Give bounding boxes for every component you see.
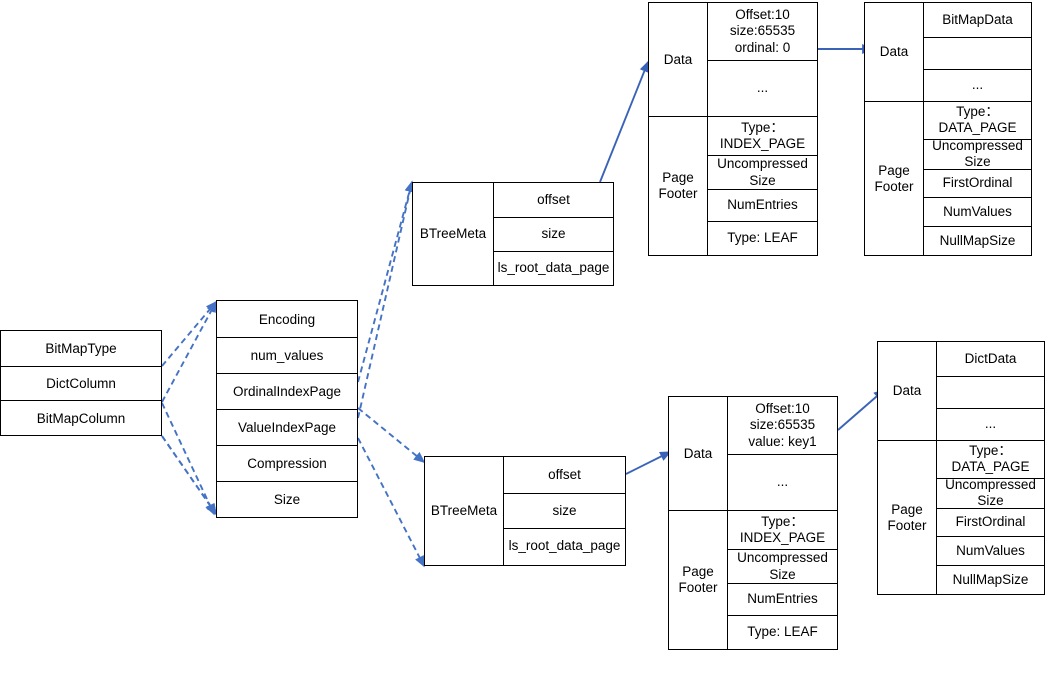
data-page-bottom-footer-label: Page Footer bbox=[887, 501, 927, 533]
index-page-bottom-footer-label: Page Footer bbox=[678, 564, 718, 595]
encoding-meta-row[interactable]: Compression bbox=[217, 445, 357, 481]
index-entry-cell[interactable]: Offset:10 size:65535 value: key1 bbox=[728, 397, 837, 454]
encoding-meta-row[interactable]: OrdinalIndexPage bbox=[217, 373, 357, 409]
btree-meta-field[interactable]: offset bbox=[494, 183, 613, 217]
btree-meta-bottom-label: BTreeMeta bbox=[430, 503, 498, 519]
index-entry-cell[interactable]: Offset:10 size:65535 ordinal: 0 bbox=[708, 3, 817, 60]
index-page-bottom-footer-cells: Type： INDEX_PAGE Uncompressed Size NumEn… bbox=[727, 511, 837, 649]
column-meta-row[interactable]: DictColumn bbox=[1, 365, 161, 401]
data-page-top-data-label: Data bbox=[879, 44, 909, 60]
footer-field[interactable]: NumValues bbox=[937, 536, 1044, 565]
btree-meta-top-label: BTreeMeta bbox=[419, 226, 487, 242]
data-page-top[interactable]: Data BitMapData ... Page Footer Type： DA… bbox=[864, 2, 1032, 256]
index-page-bottom-data-label: Data bbox=[683, 445, 713, 461]
footer-field[interactable]: NumValues bbox=[924, 197, 1031, 226]
data-page-top-footer-section: Page Footer Type： DATA_PAGE Uncompressed… bbox=[864, 102, 1032, 256]
data-cell[interactable]: BitMapData bbox=[924, 3, 1031, 37]
link-columnmeta-lower-fan bbox=[161, 402, 215, 516]
btree-meta-field[interactable]: ls_root_data_page bbox=[504, 528, 625, 563]
data-cell[interactable]: DictData bbox=[937, 342, 1044, 376]
column-meta-box[interactable]: BitMapType DictColumn BitMapColumn bbox=[0, 330, 162, 436]
footer-field[interactable]: NullMapSize bbox=[924, 226, 1031, 255]
encoding-meta-row[interactable]: Size bbox=[217, 481, 357, 516]
data-page-top-data-cells: BitMapData ... bbox=[923, 3, 1031, 101]
footer-field[interactable]: Type： INDEX_PAGE bbox=[708, 117, 817, 155]
link-encoding-to-btreemeta-top bbox=[357, 180, 415, 419]
index-page-bottom[interactable]: Data Offset:10 size:65535 value: key1 ..… bbox=[668, 396, 838, 650]
diagram-canvas: BitMapType DictColumn BitMapColumn Encod… bbox=[0, 0, 1052, 694]
data-cell[interactable] bbox=[924, 37, 1031, 69]
data-page-top-footer-label: Page Footer bbox=[874, 162, 914, 194]
data-page-bottom-data-cells: DictData ... bbox=[936, 342, 1044, 440]
index-page-top-data-label: Data bbox=[663, 51, 693, 67]
data-page-bottom-footer-cells: Type： DATA_PAGE Uncompressed Size FirstO… bbox=[936, 441, 1044, 594]
encoding-meta-row[interactable]: Encoding bbox=[217, 301, 357, 337]
footer-field[interactable]: FirstOrdinal bbox=[924, 168, 1031, 198]
index-page-bottom-data-section: Data Offset:10 size:65535 value: key1 ..… bbox=[668, 396, 838, 511]
link-encoding-to-btreemeta-bottom bbox=[357, 407, 426, 568]
footer-field[interactable]: Uncompressed Size bbox=[728, 549, 837, 583]
data-cell[interactable]: ... bbox=[924, 69, 1031, 101]
footer-field[interactable]: Type： DATA_PAGE bbox=[924, 102, 1031, 139]
data-page-top-data-section: Data BitMapData ... bbox=[864, 2, 1032, 102]
index-entry-cell[interactable]: ... bbox=[728, 454, 837, 510]
footer-field[interactable]: NullMapSize bbox=[937, 565, 1044, 594]
index-page-bottom-footer-section: Page Footer Type： INDEX_PAGE Uncompresse… bbox=[668, 511, 838, 650]
index-page-top-data-section: Data Offset:10 size:65535 ordinal: 0 ... bbox=[648, 2, 818, 117]
index-page-top-data-cells: Offset:10 size:65535 ordinal: 0 ... bbox=[707, 3, 817, 116]
btree-meta-bottom-fields: offset size ls_root_data_page bbox=[503, 457, 625, 565]
data-page-bottom-data-label: Data bbox=[892, 383, 922, 399]
data-cell[interactable]: ... bbox=[937, 408, 1044, 440]
btree-meta-bottom-box[interactable]: BTreeMeta offset size ls_root_data_page bbox=[424, 456, 626, 566]
footer-field[interactable]: Uncompressed Size bbox=[924, 138, 1031, 169]
encoding-meta-box[interactable]: Encoding num_values OrdinalIndexPage Val… bbox=[216, 300, 358, 518]
index-page-top[interactable]: Data Offset:10 size:65535 ordinal: 0 ...… bbox=[648, 2, 818, 256]
encoding-meta-row[interactable]: ValueIndexPage bbox=[217, 409, 357, 445]
index-page-bottom-data-cells: Offset:10 size:65535 value: key1 ... bbox=[727, 397, 837, 510]
btree-meta-field[interactable]: offset bbox=[504, 457, 625, 493]
column-meta-row[interactable]: BitMapColumn bbox=[1, 400, 161, 435]
footer-field[interactable]: Uncompressed Size bbox=[937, 477, 1044, 508]
index-page-top-footer-cells: Type： INDEX_PAGE Uncompressed Size NumEn… bbox=[707, 117, 817, 255]
btree-meta-top-box[interactable]: BTreeMeta offset size ls_root_data_page bbox=[412, 182, 614, 286]
footer-field[interactable]: Type： INDEX_PAGE bbox=[728, 511, 837, 549]
data-page-bottom-footer-section: Page Footer Type： DATA_PAGE Uncompressed… bbox=[877, 441, 1045, 595]
link-btreemeta-top-to-indexpage bbox=[599, 60, 649, 183]
data-page-bottom-data-section: Data DictData ... bbox=[877, 341, 1045, 441]
column-meta-row[interactable]: BitMapType bbox=[1, 331, 161, 366]
btree-meta-field[interactable]: ls_root_data_page bbox=[494, 251, 613, 285]
link-btreemeta-bottom-to-indexpage bbox=[625, 451, 672, 475]
index-page-top-footer-section: Page Footer Type： INDEX_PAGE Uncompresse… bbox=[648, 117, 818, 256]
btree-meta-top-fields: offset size ls_root_data_page bbox=[493, 183, 613, 285]
footer-field[interactable]: NumEntries bbox=[728, 583, 837, 615]
footer-field[interactable]: Type: LEAF bbox=[708, 221, 817, 254]
data-page-top-footer-cells: Type： DATA_PAGE Uncompressed Size FirstO… bbox=[923, 102, 1031, 255]
index-entry-cell[interactable]: ... bbox=[708, 60, 817, 116]
link-columnmeta-to-encoding bbox=[161, 300, 217, 516]
index-page-top-footer-label: Page Footer bbox=[658, 170, 698, 201]
footer-field[interactable]: FirstOrdinal bbox=[937, 507, 1044, 537]
data-cell[interactable] bbox=[937, 376, 1044, 408]
encoding-meta-row[interactable]: num_values bbox=[217, 337, 357, 373]
footer-field[interactable]: Type: LEAF bbox=[728, 615, 837, 648]
btree-meta-field[interactable]: size bbox=[504, 493, 625, 528]
footer-field[interactable]: Type： DATA_PAGE bbox=[937, 441, 1044, 478]
footer-field[interactable]: Uncompressed Size bbox=[708, 155, 817, 189]
footer-field[interactable]: NumEntries bbox=[708, 189, 817, 221]
data-page-bottom[interactable]: Data DictData ... Page Footer Type： DATA… bbox=[877, 341, 1045, 595]
btree-meta-field[interactable]: size bbox=[494, 217, 613, 251]
